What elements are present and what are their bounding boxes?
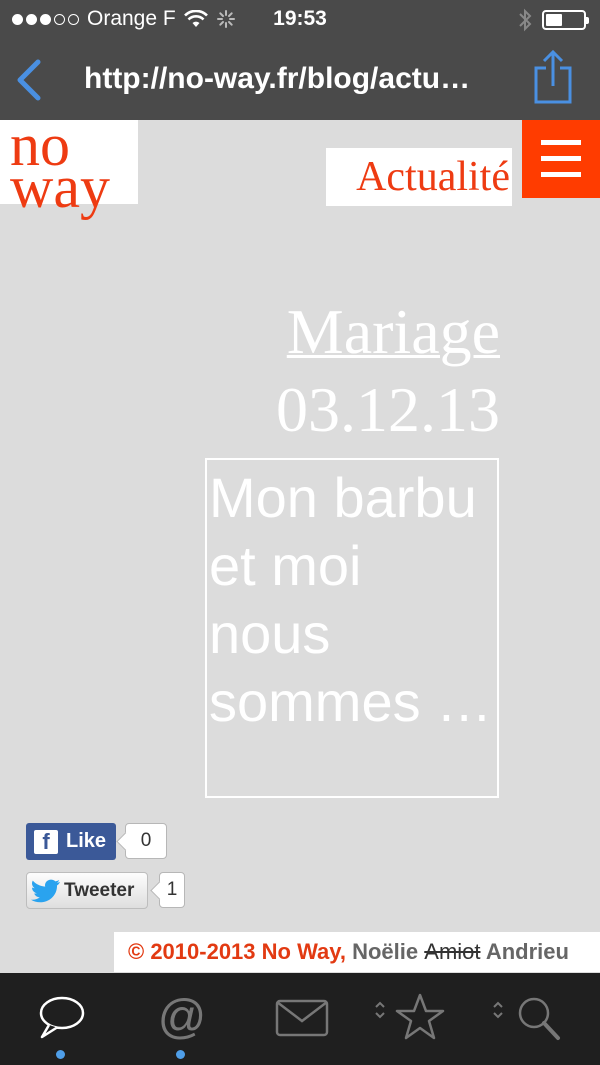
at-unread-dot [176, 1050, 185, 1059]
copyright-footer: © 2010-2013 No Way, Noëlie Amiot Andrieu [114, 932, 600, 972]
url-field[interactable]: http://no-way.fr/blog/actu… [84, 62, 504, 96]
menu-button[interactable] [522, 120, 600, 198]
chat-icon[interactable] [32, 993, 92, 1043]
browser-url-bar: http://no-way.fr/blog/actu… [0, 40, 600, 120]
mail-icon[interactable] [272, 993, 332, 1043]
author-first: Noëlie [352, 939, 419, 964]
status-bar: Orange F 19:53 [0, 0, 600, 40]
bluetooth-icon [519, 8, 532, 32]
svg-text:@: @ [158, 993, 207, 1043]
site-logo[interactable]: no way [0, 115, 138, 217]
author-last: Andrieu [485, 939, 569, 964]
post-date: 03.12.13 [276, 374, 500, 445]
tweet-label: Tweeter [64, 879, 135, 901]
post-excerpt[interactable]: Mon barbu et moi nous sommes … [205, 458, 499, 798]
tweet-button[interactable]: Tweeter [26, 872, 148, 909]
bottom-toolbar: @ [0, 973, 600, 1065]
twitter-bird-icon [31, 879, 60, 902]
like-count: 0 [125, 823, 167, 859]
star-icon[interactable] [372, 993, 452, 1043]
post-title-link[interactable]: Mariage [200, 300, 500, 364]
battery-icon [542, 10, 589, 30]
back-arrow-icon[interactable] [12, 58, 46, 102]
logo-line-2: way [10, 154, 110, 220]
search-icon[interactable] [490, 993, 570, 1043]
facebook-icon: f [34, 829, 58, 854]
share-icon[interactable] [530, 48, 576, 106]
copyright-text: © 2010-2013 No Way, [128, 939, 346, 964]
like-label: Like [66, 830, 107, 852]
at-icon[interactable]: @ [152, 993, 212, 1043]
section-title[interactable]: Actualité [326, 148, 512, 206]
facebook-like-button[interactable]: f Like [26, 823, 117, 860]
chat-unread-dot [56, 1050, 65, 1059]
author-struck: Amiot [424, 939, 481, 964]
status-right [518, 8, 589, 32]
clock: 19:53 [273, 7, 327, 30]
tweet-count: 1 [159, 872, 185, 908]
